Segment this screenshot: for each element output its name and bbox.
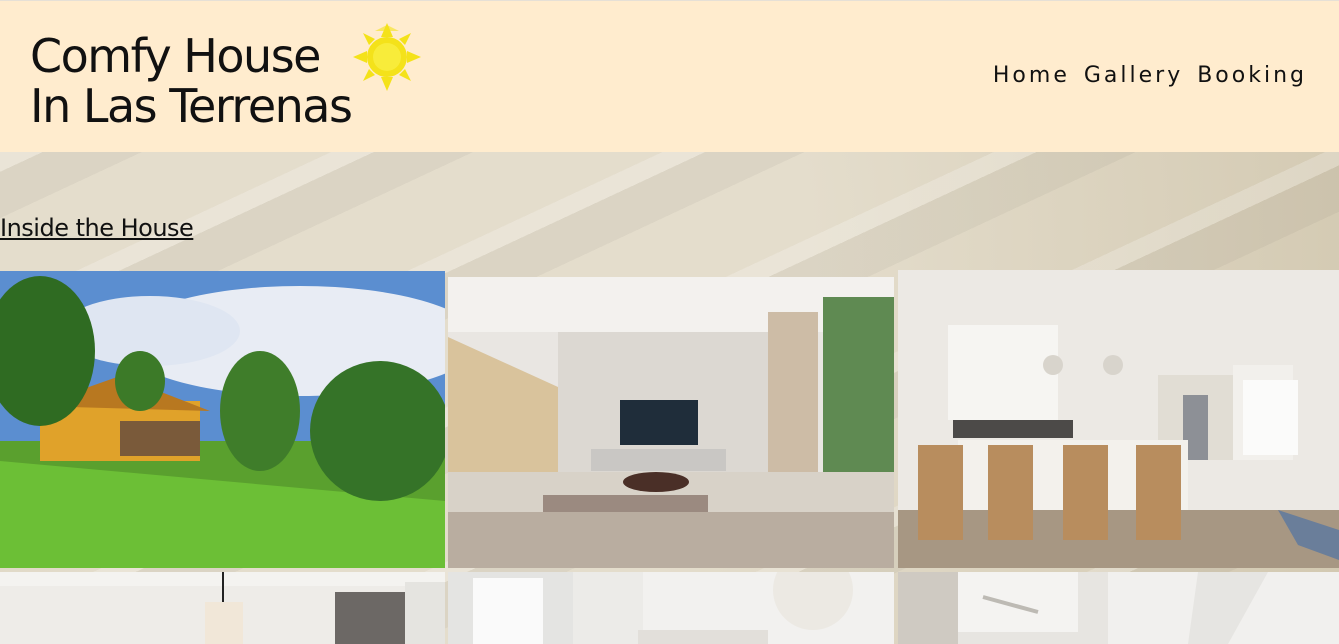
gallery-image-bedroom[interactable] (0, 572, 445, 644)
nav-booking-link[interactable]: Booking (1197, 63, 1307, 88)
section-title[interactable]: Inside the House (0, 214, 194, 242)
logo-line-1: Comfy House (30, 29, 321, 83)
gallery-image-bedroom-2[interactable] (448, 572, 894, 644)
nav-home-link[interactable]: Home (993, 63, 1070, 88)
main-nav: Home Gallery Booking (993, 63, 1307, 88)
site-header: Comfy House In Las Terrenas Home Gallery… (0, 0, 1339, 152)
sun-icon (353, 23, 421, 91)
gallery-image-kitchen[interactable] (898, 270, 1339, 568)
logo-line-2: In Las Terrenas (30, 79, 353, 133)
gallery-image-living-room[interactable] (448, 277, 894, 568)
nav-gallery-link[interactable]: Gallery (1084, 63, 1183, 88)
gallery-image-house-exterior[interactable] (0, 271, 445, 568)
gallery-image-bathroom[interactable] (898, 572, 1339, 644)
site-logo[interactable]: Comfy House In Las Terrenas (30, 29, 353, 133)
photo-gallery (0, 270, 1339, 644)
